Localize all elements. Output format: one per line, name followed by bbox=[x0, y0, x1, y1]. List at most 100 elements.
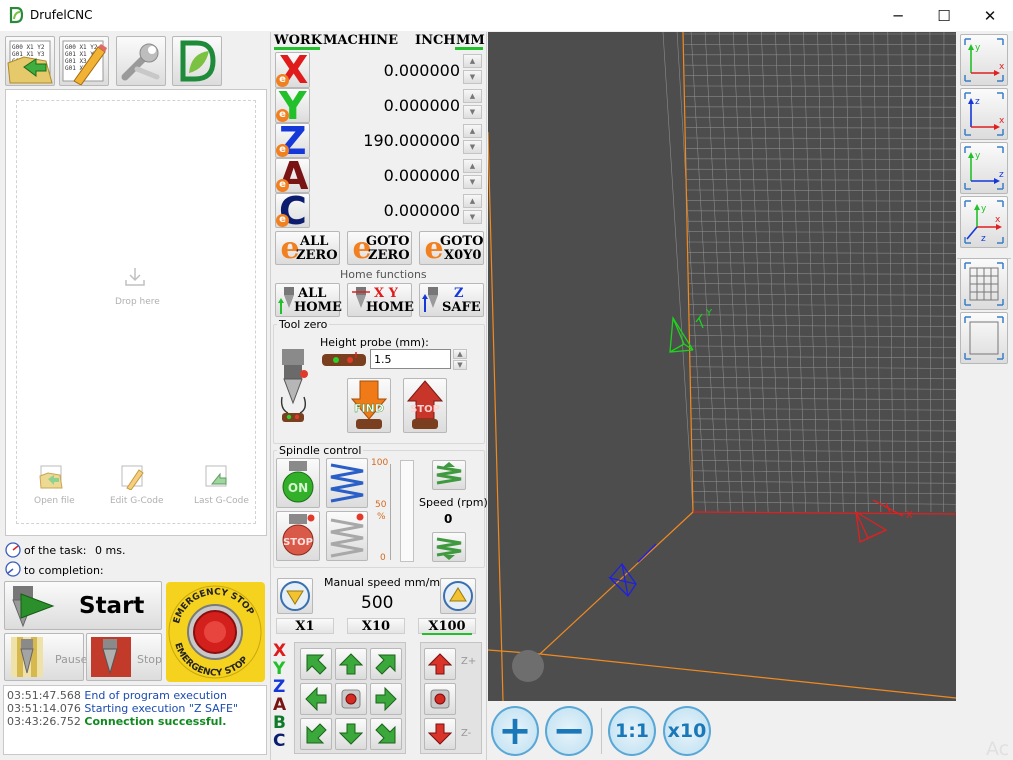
height-probe-input[interactable] bbox=[370, 349, 451, 369]
zoom-1-to-1-button[interactable]: 1:1 bbox=[608, 706, 656, 756]
axis-x-down[interactable]: ▼ bbox=[463, 70, 482, 84]
minimize-button[interactable]: ─ bbox=[875, 0, 921, 31]
pause-button[interactable]: Pause bbox=[4, 633, 87, 681]
spindle-cw-button[interactable] bbox=[326, 458, 368, 508]
axis-y-down[interactable]: ▼ bbox=[463, 105, 482, 119]
viewport-canvas[interactable]: Y X bbox=[488, 32, 956, 701]
svg-text:G01 X3: G01 X3 bbox=[65, 58, 87, 65]
probe-stop-button[interactable]: STOP bbox=[403, 378, 447, 433]
jog-center-button[interactable] bbox=[335, 683, 367, 715]
spindle-speed-up-button[interactable] bbox=[432, 460, 466, 490]
jog-up-left-button[interactable] bbox=[300, 648, 332, 680]
close-button[interactable]: ✕ bbox=[967, 0, 1013, 31]
jog-z-stop-button[interactable] bbox=[424, 683, 456, 715]
z-axis-marker bbox=[607, 543, 657, 598]
view-iso-button[interactable]: y x z bbox=[960, 196, 1008, 248]
jog-axis-b[interactable]: B bbox=[273, 714, 291, 732]
axis-y-up[interactable]: ▲ bbox=[463, 89, 482, 103]
toggle-bounds-button[interactable] bbox=[960, 312, 1008, 364]
manual-speed-up-button[interactable] bbox=[440, 578, 476, 614]
jog-axis-y[interactable]: Y bbox=[273, 660, 291, 678]
jog-axis-x[interactable]: X bbox=[273, 642, 291, 660]
axis-a-down[interactable]: ▼ bbox=[463, 175, 482, 189]
axis-a-up[interactable]: ▲ bbox=[463, 159, 482, 173]
jog-up-right-button[interactable] bbox=[370, 648, 402, 680]
jog-z-minus-button[interactable] bbox=[424, 718, 456, 750]
axis-c-down[interactable]: ▼ bbox=[463, 210, 482, 224]
arrow-up-right-icon bbox=[375, 654, 396, 675]
about-button[interactable] bbox=[172, 36, 222, 86]
view-side-button[interactable]: y z bbox=[960, 142, 1008, 194]
view-top-icon: y x bbox=[964, 38, 1005, 82]
manual-speed-down-button[interactable] bbox=[277, 578, 313, 614]
spindle-on-button[interactable]: ON bbox=[276, 458, 320, 508]
tab-work[interactable]: WORK bbox=[274, 33, 322, 48]
xy-home-button[interactable]: X Y HOME bbox=[347, 283, 414, 317]
edit-gcode-small-icon[interactable] bbox=[120, 464, 144, 490]
zoom-x10-button[interactable]: x10 bbox=[663, 706, 711, 756]
file-drop-area[interactable]: Drop here Open file Edit G-Code Last G-C… bbox=[5, 89, 267, 536]
grid-line bbox=[692, 480, 956, 484]
grid-line bbox=[685, 137, 956, 139]
probe-find-button[interactable]: FIND bbox=[347, 378, 391, 433]
multiplier-x100[interactable]: X100 bbox=[418, 618, 476, 634]
spindle-speed-slider[interactable]: 100 50 % 0 bbox=[370, 458, 416, 564]
tab-machine[interactable]: MACHINE bbox=[323, 33, 398, 48]
emergency-stop-button[interactable]: EMERGENCY STOP EMERGENCY STOP bbox=[164, 581, 267, 683]
jog-axis-c[interactable]: C bbox=[273, 732, 291, 750]
axis-x-up[interactable]: ▲ bbox=[463, 54, 482, 68]
edit-gcode-button[interactable]: G00 X1 Y2 G01 X1 Y3 G01 X3 G01 X1 bbox=[59, 36, 109, 86]
probe-plate-icon bbox=[322, 352, 366, 366]
height-probe-up[interactable]: ▲ bbox=[453, 349, 467, 359]
stop-label: Stop bbox=[137, 653, 163, 666]
jog-up-button[interactable] bbox=[335, 648, 367, 680]
spindle-stop-button[interactable]: STOP bbox=[276, 511, 320, 561]
stop-button[interactable]: Stop bbox=[86, 633, 162, 681]
start-button[interactable]: Start bbox=[4, 581, 162, 630]
goto-x0y0-button[interactable]: e GOTO X0Y0 bbox=[419, 231, 484, 265]
jog-left-button[interactable] bbox=[300, 683, 332, 715]
zoom-in-button[interactable]: + bbox=[491, 706, 539, 756]
svg-text:x: x bbox=[999, 62, 1005, 72]
jog-down-button[interactable] bbox=[335, 718, 367, 750]
multiplier-x10[interactable]: X10 bbox=[347, 618, 405, 634]
app-logo-icon bbox=[9, 7, 23, 24]
jog-down-left-button[interactable] bbox=[300, 718, 332, 750]
axis-z-down[interactable]: ▼ bbox=[463, 140, 482, 154]
zoom-out-button[interactable]: − bbox=[545, 706, 593, 756]
last-gcode-small-icon[interactable] bbox=[204, 464, 228, 490]
jog-right-button[interactable] bbox=[370, 683, 402, 715]
toolpath-3d-viewport[interactable]: Y X bbox=[488, 32, 956, 701]
view-top-button[interactable]: y x bbox=[960, 34, 1008, 86]
open-file-small-icon[interactable] bbox=[39, 464, 63, 490]
unit-mm[interactable]: MM bbox=[456, 33, 485, 48]
z-safe-button[interactable]: Z SAFE bbox=[419, 283, 484, 317]
jog-z-plus-button[interactable] bbox=[424, 648, 456, 680]
axis-c-up[interactable]: ▲ bbox=[463, 194, 482, 208]
multiplier-x1[interactable]: X1 bbox=[276, 618, 334, 634]
all-zero-button[interactable]: e ALL ZERO bbox=[275, 231, 340, 265]
maximize-button[interactable]: ☐ bbox=[921, 0, 967, 31]
jog-down-right-button[interactable] bbox=[370, 718, 402, 750]
all-home-button[interactable]: ALL HOME bbox=[275, 283, 342, 317]
height-probe-down[interactable]: ▼ bbox=[453, 360, 467, 370]
goto-zero-button[interactable]: e GOTO ZERO bbox=[347, 231, 412, 265]
tool-zero-label: Tool zero bbox=[277, 318, 330, 331]
last-gcode-link[interactable]: Last G-Code bbox=[194, 496, 249, 506]
open-file-link[interactable]: Open file bbox=[34, 496, 75, 506]
view-front-button[interactable]: z x bbox=[960, 88, 1008, 140]
toggle-grid-button[interactable] bbox=[960, 258, 1008, 310]
unit-inch[interactable]: INCH bbox=[415, 33, 456, 48]
spindle-slider-track[interactable] bbox=[400, 460, 414, 562]
open-file-button[interactable]: G00 X1 Y2 G01 X1 Y3 G01 X3 bbox=[5, 36, 55, 86]
activation-watermark: Ac bbox=[986, 738, 1010, 760]
jog-axis-z[interactable]: Z bbox=[273, 678, 291, 696]
spindle-ccw-button[interactable] bbox=[326, 511, 368, 561]
jog-axis-a[interactable]: A bbox=[273, 696, 291, 714]
axis-z-up[interactable]: ▲ bbox=[463, 124, 482, 138]
spindle-speed-down-button[interactable] bbox=[432, 532, 466, 562]
settings-button[interactable] bbox=[116, 36, 166, 86]
tab-work-active-indicator bbox=[274, 47, 320, 50]
log-entry: 03:51:47.568 End of program execution bbox=[7, 689, 227, 702]
edit-gcode-link[interactable]: Edit G-Code bbox=[110, 496, 164, 506]
